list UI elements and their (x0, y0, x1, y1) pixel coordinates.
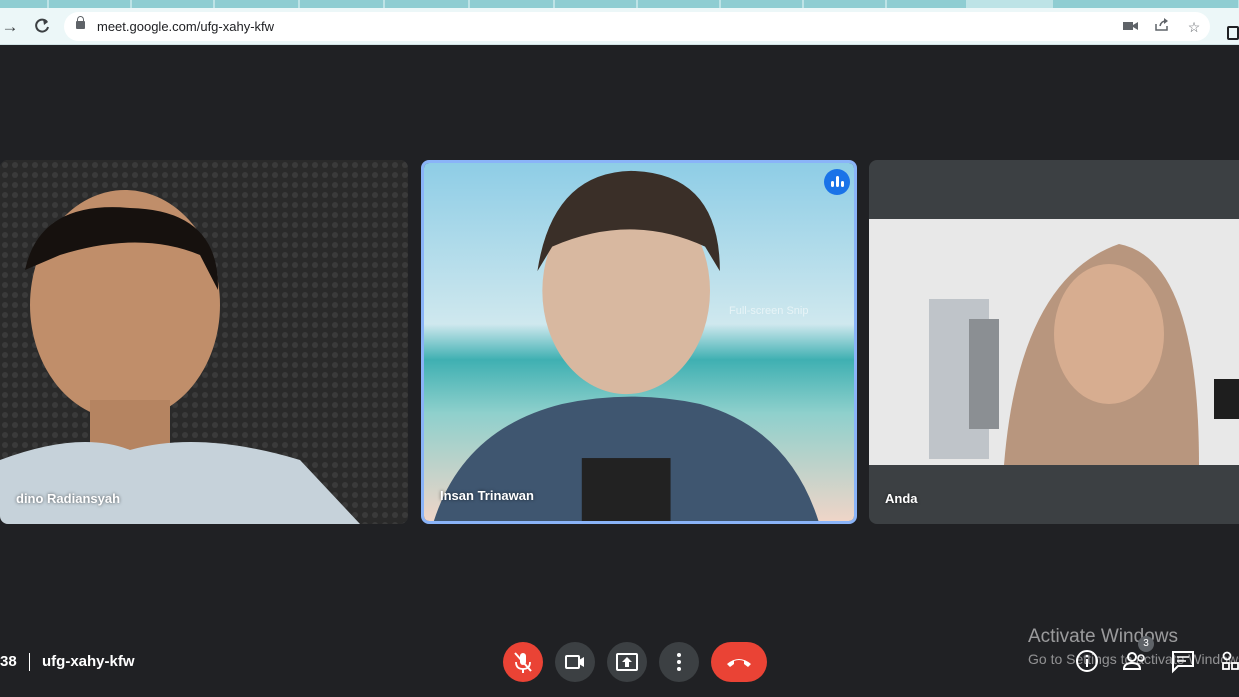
meeting-code: ufg-xahy-kfw (42, 653, 135, 670)
participant-name: Insan Trinawan (440, 488, 534, 503)
browser-tab[interactable] (887, 0, 967, 8)
address-bar[interactable]: meet.google.com/ufg-xahy-kfw ☆ (64, 12, 1210, 41)
meeting-time: 38 (0, 653, 17, 670)
browser-tab[interactable] (0, 0, 48, 8)
participant-video (424, 163, 854, 521)
speaking-indicator-icon (824, 169, 850, 195)
end-call-button[interactable] (711, 642, 767, 682)
forward-arrow-icon[interactable]: → (0, 17, 20, 37)
browser-tab[interactable] (721, 0, 803, 8)
browser-tab[interactable] (804, 0, 886, 8)
chat-icon[interactable] (1170, 648, 1196, 674)
browser-tab[interactable] (470, 0, 554, 8)
more-vertical-icon (677, 653, 681, 671)
participant-count-badge: 3 (1138, 636, 1154, 652)
participant-name: Anda (885, 491, 918, 506)
windows-activation-title: Activate Windows (1028, 626, 1178, 647)
browser-tab[interactable] (300, 0, 384, 8)
lock-icon[interactable] (76, 16, 85, 29)
browser-tab[interactable] (49, 0, 131, 8)
activities-icon[interactable] (1219, 648, 1239, 674)
bookmark-star-icon[interactable]: ☆ (1185, 18, 1203, 36)
hang-up-icon (727, 659, 751, 667)
snip-overlay-text: Full-screen Snip (729, 305, 809, 317)
more-options-button[interactable] (659, 642, 699, 682)
divider (29, 653, 30, 671)
participant-name: dino Radiansyah (16, 491, 121, 506)
browser-tab[interactable] (132, 0, 214, 8)
browser-tab[interactable] (1053, 0, 1239, 8)
browser-tab[interactable] (555, 0, 637, 8)
mic-off-icon (514, 652, 532, 673)
participant-video (869, 219, 1239, 465)
active-speaker-tile[interactable]: Full-screen Snip Insan Trinawan (421, 160, 857, 524)
browser-tab[interactable] (215, 0, 299, 8)
browser-tab[interactable] (638, 0, 720, 8)
camera-icon[interactable] (1122, 18, 1140, 36)
self-view-tile[interactable]: Anda (869, 160, 1239, 524)
camera-toggle-button[interactable] (555, 642, 595, 682)
url-text[interactable]: meet.google.com/ufg-xahy-kfw (97, 19, 274, 34)
reload-icon[interactable] (32, 17, 52, 37)
mic-off-button[interactable] (503, 642, 543, 682)
participant-video (0, 160, 408, 524)
video-camera-icon (565, 655, 584, 669)
present-screen-button[interactable] (607, 642, 647, 682)
browser-tab[interactable] (385, 0, 469, 8)
present-screen-icon (616, 653, 638, 671)
meeting-details-info-icon[interactable] (1074, 648, 1100, 674)
extension-icon[interactable] (1227, 26, 1239, 40)
share-icon[interactable] (1153, 18, 1171, 36)
browser-toolbar: → meet.google.com/ufg-xahy-kfw ☆ (0, 8, 1239, 45)
participant-tile[interactable]: dino Radiansyah (0, 160, 408, 524)
